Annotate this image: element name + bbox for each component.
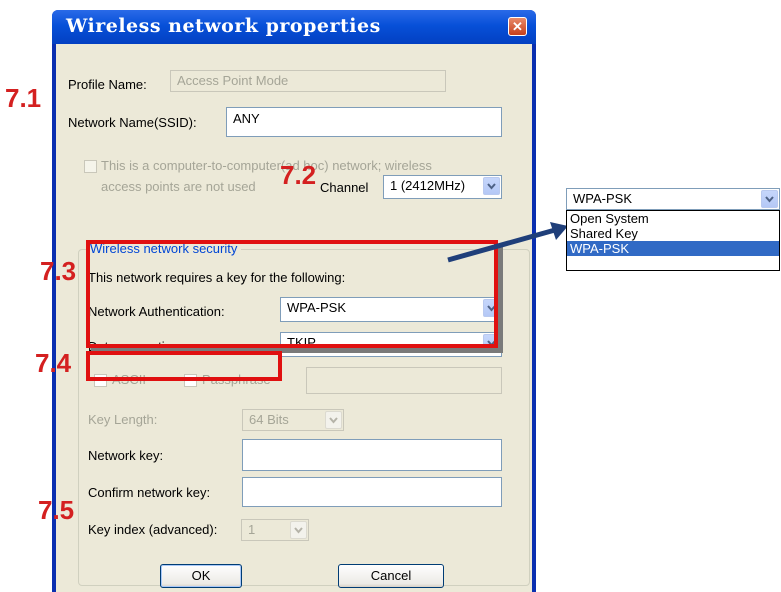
chevron-down-icon[interactable] (290, 521, 307, 539)
chevron-down-icon[interactable] (761, 190, 778, 208)
channel-value: 1 (2412MHz) (390, 178, 466, 193)
network-key-label: Network key: (88, 448, 164, 463)
profile-name-label: Profile Name: (68, 77, 147, 92)
key-index-label: Key index (advanced): (88, 522, 218, 537)
highlight-box-auth-encryption (86, 240, 498, 348)
annotation-7-5: 7.5 (38, 495, 75, 525)
adhoc-checkbox[interactable] (84, 160, 97, 173)
annotation-7-4: 7.4 (35, 348, 72, 378)
annotation-7-1: 7.1 (5, 83, 42, 113)
callout-arrow (447, 222, 568, 263)
dialog-title: Wireless network properties (66, 15, 381, 37)
auth-popup-selected: WPA-PSK (573, 191, 632, 206)
key-index-value: 1 (248, 522, 256, 537)
auth-popup-list: Open System Shared Key WPA-PSK (566, 210, 780, 271)
highlight-box-ascii-passphrase (86, 351, 282, 381)
auth-option-open-system[interactable]: Open System (567, 211, 779, 226)
confirm-key-input[interactable] (242, 477, 502, 507)
cancel-button[interactable]: Cancel (338, 564, 444, 588)
close-icon: ✕ (512, 19, 523, 34)
chevron-down-icon[interactable] (483, 177, 500, 195)
key-length-label: Key Length: (88, 412, 158, 427)
confirm-key-label: Confirm network key: (88, 485, 211, 500)
adhoc-label-line2: access points are not used (101, 179, 256, 194)
title-bar[interactable]: Wireless network properties ✕ (52, 10, 536, 44)
passphrase-field[interactable] (306, 367, 502, 394)
key-index-dropdown[interactable]: 1 (241, 519, 309, 541)
channel-dropdown[interactable]: 1 (2412MHz) (383, 175, 502, 199)
key-length-dropdown[interactable]: 64 Bits (242, 409, 344, 431)
adhoc-label-line1: This is a computer-to-computer(ad hoc) n… (101, 158, 432, 173)
auth-option-wpa-psk[interactable]: WPA-PSK (567, 241, 779, 256)
annotation-7-2: 7.2 (280, 160, 317, 190)
chevron-down-icon[interactable] (325, 411, 342, 429)
auth-option-shared-key[interactable]: Shared Key (567, 226, 779, 241)
annotation-7-3: 7.3 (40, 256, 77, 286)
profile-name-field[interactable]: Access Point Mode (170, 70, 446, 92)
ssid-input[interactable]: ANY (226, 107, 502, 137)
close-button[interactable]: ✕ (508, 17, 527, 36)
ok-button[interactable]: OK (160, 564, 242, 588)
auth-popup-select[interactable]: WPA-PSK (566, 188, 780, 210)
ssid-label: Network Name(SSID): (68, 115, 197, 130)
channel-label: Channel (320, 180, 369, 195)
network-key-input[interactable] (242, 439, 502, 471)
key-length-value: 64 Bits (249, 412, 289, 427)
